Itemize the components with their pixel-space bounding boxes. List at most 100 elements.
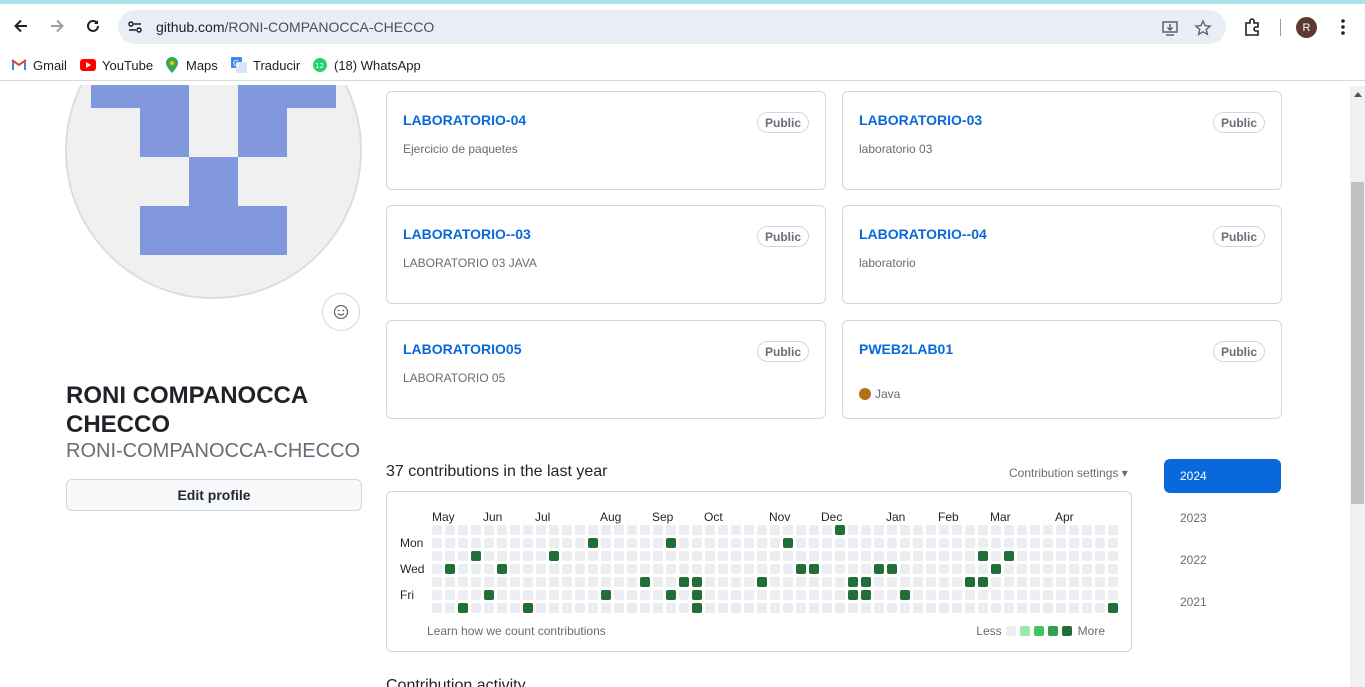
contribution-day-cell[interactable] [796,564,806,574]
contribution-day-cell[interactable] [692,538,702,548]
contribution-day-cell[interactable] [809,590,819,600]
contribution-day-cell[interactable] [835,538,845,548]
contribution-day-cell[interactable] [861,551,871,561]
bookmark-translate[interactable]: G Traducir [231,56,300,74]
contribution-day-cell[interactable] [523,577,533,587]
contribution-day-cell[interactable] [536,577,546,587]
contribution-day-cell[interactable] [653,603,663,613]
contribution-day-cell[interactable] [991,603,1001,613]
contribution-day-cell[interactable] [484,564,494,574]
contribution-day-cell[interactable] [926,577,936,587]
contribution-day-cell[interactable] [731,525,741,535]
contribution-day-cell[interactable] [783,525,793,535]
contribution-day-cell[interactable] [887,551,897,561]
contribution-day-cell[interactable] [887,590,897,600]
repo-name-link[interactable]: LABORATORIO--04 [859,226,987,242]
contribution-day-cell[interactable] [601,551,611,561]
contribution-day-cell[interactable] [627,577,637,587]
contribution-day-cell[interactable] [536,564,546,574]
contribution-day-cell[interactable] [848,603,858,613]
contribution-day-cell[interactable] [744,538,754,548]
contribution-day-cell[interactable] [458,590,468,600]
contribution-day-cell[interactable] [1095,525,1105,535]
contribution-day-cell[interactable] [861,564,871,574]
contribution-day-cell[interactable] [1082,590,1092,600]
contribution-day-cell[interactable] [1056,603,1066,613]
contribution-day-cell[interactable] [965,603,975,613]
contribution-day-cell[interactable] [1056,590,1066,600]
contribution-day-cell[interactable] [796,603,806,613]
contribution-day-cell[interactable] [536,525,546,535]
contribution-day-cell[interactable] [471,577,481,587]
contribution-day-cell[interactable] [575,525,585,535]
contribution-day-cell[interactable] [900,551,910,561]
contribution-day-cell[interactable] [653,564,663,574]
contribution-day-cell[interactable] [1030,590,1040,600]
contribution-day-cell[interactable] [978,590,988,600]
contribution-day-cell[interactable] [1082,603,1092,613]
contribution-day-cell[interactable] [1056,538,1066,548]
contribution-day-cell[interactable] [601,603,611,613]
contribution-day-cell[interactable] [484,590,494,600]
contribution-day-cell[interactable] [926,525,936,535]
contribution-day-cell[interactable] [757,551,767,561]
learn-contributions-link[interactable]: Learn how we count contributions [427,624,606,638]
contribution-day-cell[interactable] [497,525,507,535]
contribution-day-cell[interactable] [835,525,845,535]
contribution-day-cell[interactable] [601,590,611,600]
contribution-day-cell[interactable] [562,525,572,535]
contribution-day-cell[interactable] [627,538,637,548]
contribution-day-cell[interactable] [497,577,507,587]
set-status-button[interactable] [322,293,360,331]
contribution-day-cell[interactable] [510,590,520,600]
contribution-day-cell[interactable] [783,564,793,574]
contribution-day-cell[interactable] [835,603,845,613]
contribution-day-cell[interactable] [900,564,910,574]
contribution-day-cell[interactable] [549,564,559,574]
contribution-day-cell[interactable] [822,603,832,613]
repo-name-link[interactable]: LABORATORIO05 [403,341,522,357]
profile-avatar-large[interactable] [65,85,362,299]
contribution-day-cell[interactable] [1030,525,1040,535]
contribution-day-cell[interactable] [913,538,923,548]
contribution-day-cell[interactable] [783,538,793,548]
contribution-day-cell[interactable] [601,564,611,574]
reload-button[interactable] [79,12,107,40]
contribution-day-cell[interactable] [731,564,741,574]
contribution-day-cell[interactable] [939,551,949,561]
contribution-day-cell[interactable] [848,551,858,561]
contribution-day-cell[interactable] [471,603,481,613]
contribution-day-cell[interactable] [1108,538,1118,548]
contribution-day-cell[interactable] [939,538,949,548]
contribution-day-cell[interactable] [1095,551,1105,561]
contribution-day-cell[interactable] [731,538,741,548]
contribution-day-cell[interactable] [445,551,455,561]
contribution-day-cell[interactable] [1108,577,1118,587]
contribution-day-cell[interactable] [887,603,897,613]
contribution-day-cell[interactable] [757,603,767,613]
contribution-day-cell[interactable] [861,603,871,613]
contribution-day-cell[interactable] [991,577,1001,587]
contribution-day-cell[interactable] [757,590,767,600]
contribution-day-cell[interactable] [731,590,741,600]
contribution-day-cell[interactable] [1017,525,1027,535]
contribution-day-cell[interactable] [1108,551,1118,561]
contribution-day-cell[interactable] [822,551,832,561]
contribution-day-cell[interactable] [757,577,767,587]
contribution-day-cell[interactable] [861,538,871,548]
contribution-day-cell[interactable] [1004,590,1014,600]
contribution-day-cell[interactable] [887,525,897,535]
contribution-day-cell[interactable] [692,590,702,600]
contribution-day-cell[interactable] [536,551,546,561]
contribution-day-cell[interactable] [1030,577,1040,587]
contribution-day-cell[interactable] [523,590,533,600]
contribution-day-cell[interactable] [653,577,663,587]
contribution-day-cell[interactable] [744,551,754,561]
contribution-day-cell[interactable] [770,538,780,548]
contribution-day-cell[interactable] [601,538,611,548]
contribution-day-cell[interactable] [536,603,546,613]
contribution-day-cell[interactable] [471,525,481,535]
contribution-day-cell[interactable] [575,603,585,613]
contribution-day-cell[interactable] [562,551,572,561]
contribution-day-cell[interactable] [484,525,494,535]
